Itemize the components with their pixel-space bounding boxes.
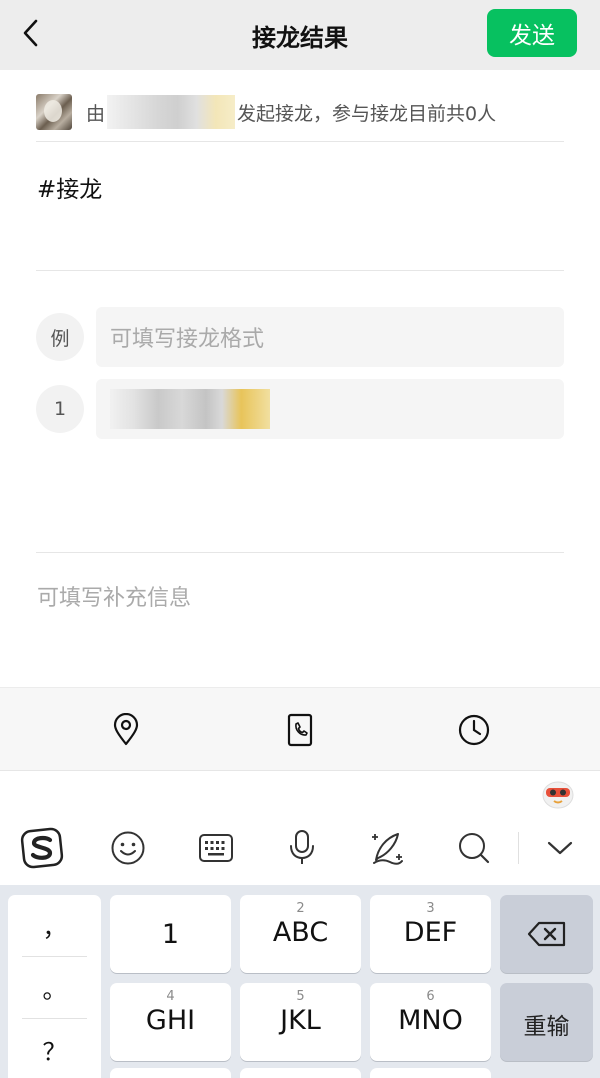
collapse-chevron-icon [547,841,573,855]
key-jkl[interactable]: 5 JKL [240,983,361,1061]
entry-badge: 例 [36,313,84,361]
punct-key-period[interactable]: 。 [8,957,101,1017]
delete-icon [527,921,566,947]
key-abc[interactable]: 2 ABC [240,895,361,973]
key-row3-stub[interactable] [110,1068,231,1078]
sogou-logo-button[interactable] [20,826,64,870]
key-number: 2 [296,901,305,916]
phone-icon [287,713,313,747]
initiator-prefix: 由 [86,102,106,125]
location-icon [113,713,139,746]
entry-1-input[interactable] [96,379,564,439]
sogou-logo-icon [20,827,64,869]
extra-info-input[interactable]: 可填写补充信息 [37,580,191,612]
send-button[interactable]: 发送 [487,9,577,57]
keyboard-layout-button[interactable] [194,826,238,870]
divider [36,270,564,271]
time-button[interactable] [456,712,492,748]
divider [36,141,564,142]
key-number: 4 [166,989,175,1004]
punct-key-question[interactable]: ？ [8,1019,101,1078]
topic-text[interactable]: #接龙 [37,170,102,204]
retype-key[interactable]: 重输 [500,983,593,1061]
ime-mascot-icon[interactable] [540,776,576,810]
blurred-user-name [107,95,236,129]
entry-example: 例 可填写接龙格式 [36,307,564,367]
handwriting-button[interactable] [366,826,410,870]
voice-input-button[interactable] [280,826,324,870]
phone-button[interactable] [282,712,318,748]
punctuation-column: ， 。 ？ [8,895,101,1078]
divider [36,552,564,553]
key-row3-stub[interactable] [370,1068,491,1078]
key-label: JKL [280,1005,321,1036]
key-label: MNO [398,1005,463,1036]
key-number: 3 [426,901,435,916]
keyboard-icon [199,834,233,862]
initiator-suffix: 发起接龙，参与接龙目前共0人 [237,102,497,125]
entry-1: 1 [36,379,564,439]
nav-header: 接龙结果 发送 [0,0,600,70]
avatar [36,94,72,130]
location-button[interactable] [108,712,144,748]
punct-key-comma[interactable]: ， [8,895,101,955]
initiator-text: 由 发起接龙，参与接龙目前共0人 [86,95,496,129]
search-button[interactable] [452,826,496,870]
key-label: GHI [145,1005,196,1036]
key-label: DEF [403,917,458,948]
delete-key[interactable] [500,895,593,973]
key-def[interactable]: 3 DEF [370,895,491,973]
entry-badge: 1 [36,385,84,433]
key-label: ABC [272,917,329,948]
divider [518,832,519,864]
emoji-button[interactable] [106,826,150,870]
key-label: 重输 [523,1014,570,1040]
key-number: 6 [426,989,435,1004]
emoji-icon [111,831,145,865]
entry-format-input[interactable]: 可填写接龙格式 [96,307,564,367]
clock-icon [458,714,490,746]
initiator-info: 由 发起接龙，参与接龙目前共0人 [36,92,564,132]
attachment-toolbar [0,687,600,771]
key-1[interactable]: 1 [110,895,231,973]
key-label: 1 [161,919,180,950]
search-icon [459,833,490,864]
key-row3-stub[interactable] [240,1068,361,1078]
handwriting-icon [372,833,403,865]
key-number: 5 [296,989,305,1004]
collapse-keyboard-button[interactable] [538,826,582,870]
key-ghi[interactable]: 4 GHI [110,983,231,1061]
key-mno[interactable]: 6 MNO [370,983,491,1061]
microphone-icon [290,830,314,864]
blurred-entry-text [110,389,270,429]
